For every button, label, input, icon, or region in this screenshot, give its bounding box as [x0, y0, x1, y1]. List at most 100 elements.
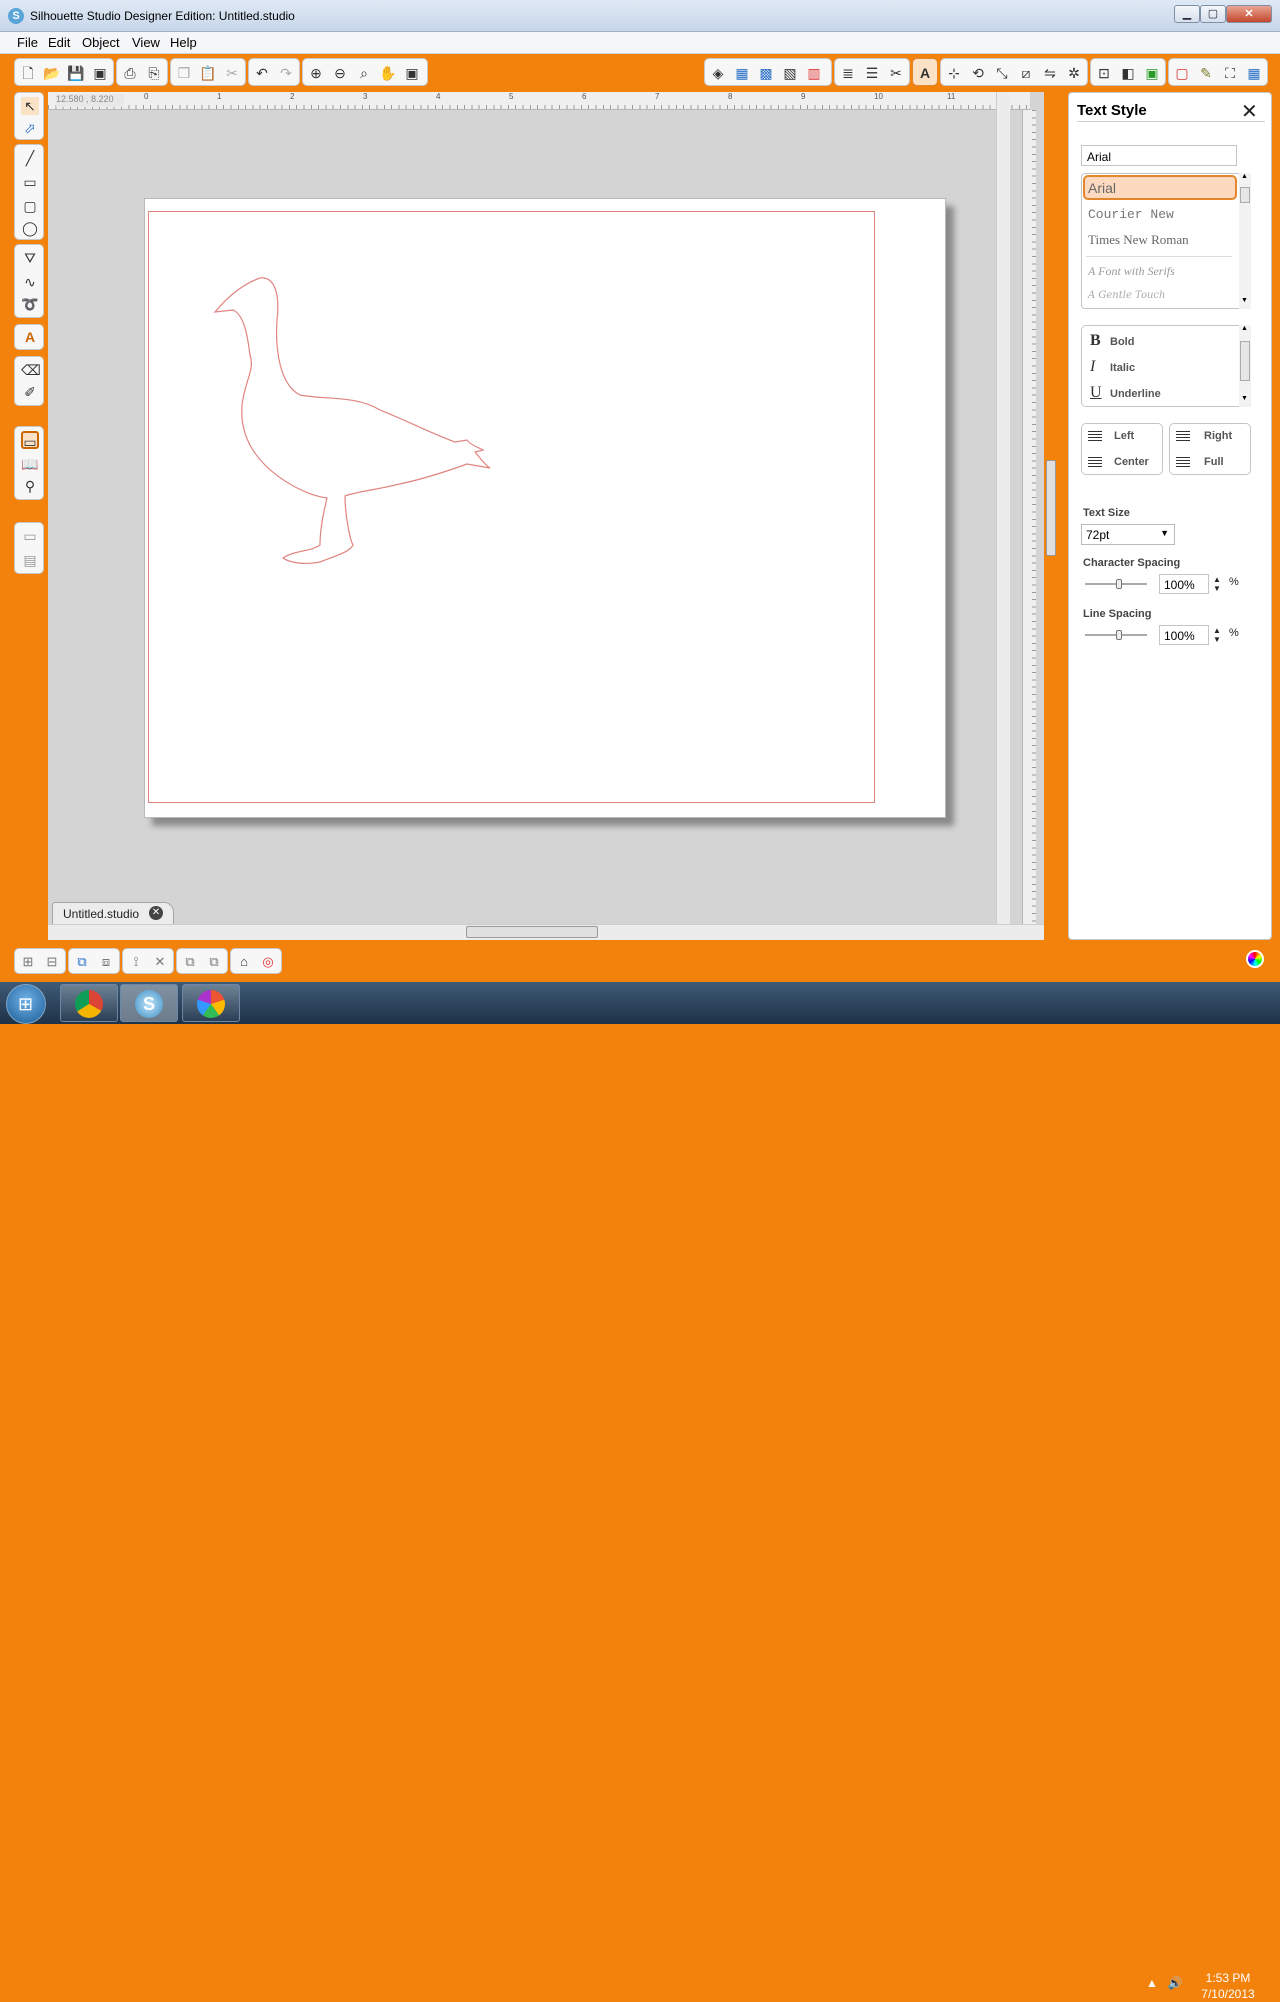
zoom-select-icon[interactable]: ⌕ [355, 64, 373, 82]
copy-icon[interactable]: ❐ [175, 64, 193, 82]
new-icon[interactable]: 🗋 [19, 64, 37, 82]
minimize-button[interactable]: ▁ [1174, 5, 1200, 23]
online-store-icon[interactable]: ⚲ [21, 477, 39, 495]
zoom-out-icon[interactable]: ⊖ [331, 64, 349, 82]
eraser-icon[interactable]: ⌫ [21, 361, 41, 379]
library-icon[interactable]: 📖 [21, 455, 39, 473]
gradient-fill-icon[interactable]: ▦ [733, 64, 751, 82]
knife-icon[interactable]: ✐ [21, 383, 39, 401]
style-scroll-up-icon[interactable]: ▲ [1241, 325, 1248, 332]
single-window-icon[interactable]: ▭ [21, 527, 39, 545]
design-page-icon[interactable]: ▭ [21, 431, 39, 450]
scroll-up-icon[interactable]: ▲ [1241, 173, 1248, 180]
line-dash-icon[interactable]: ☰ [863, 64, 881, 82]
page-setup-icon[interactable]: ▣ [1143, 64, 1161, 82]
align-icon[interactable]: ⊹ [945, 64, 963, 82]
document-tab[interactable]: Untitled.studio ✕ [52, 902, 174, 924]
cut-style-icon[interactable]: ✂ [887, 64, 905, 82]
freehand-tool-icon[interactable]: ➰ [21, 295, 39, 313]
underline-option[interactable]: U Underline [1090, 384, 1161, 402]
send-backward-icon[interactable]: ⧉ [205, 953, 223, 971]
registration-marks-icon[interactable]: ◎ [259, 953, 277, 971]
group-icon[interactable]: ⊞ [19, 953, 37, 971]
bring-forward-icon[interactable]: ⧉ [181, 953, 199, 971]
replicate-icon[interactable]: ✲ [1065, 64, 1083, 82]
trace-icon[interactable]: ◧ [1119, 64, 1137, 82]
pattern-fill-icon[interactable]: ▩ [757, 64, 775, 82]
style-scroll-thumb[interactable] [1240, 341, 1250, 381]
scroll-down-icon[interactable]: ▼ [1241, 297, 1248, 304]
font-item-times-new-roman[interactable]: Times New Roman [1088, 232, 1189, 248]
taskbar-picasa[interactable] [182, 984, 240, 1022]
line-spacing-spinner[interactable]: ▲ ▼ [1213, 626, 1221, 644]
zoom-in-icon[interactable]: ⊕ [307, 64, 325, 82]
full-screen-icon[interactable]: ⛶ [1221, 64, 1239, 82]
font-item-courier-new[interactable]: Courier New [1088, 207, 1174, 222]
offset-icon[interactable]: ⊡ [1095, 64, 1113, 82]
font-item-arial[interactable]: Arial [1088, 180, 1116, 196]
style-scrollbar[interactable]: ▲ ▼ [1239, 325, 1251, 407]
select-arrow-icon[interactable]: ↖ [21, 97, 39, 115]
goose-silhouette[interactable] [205, 270, 497, 570]
vertical-scroll-thumb[interactable] [1046, 460, 1056, 556]
text-size-select[interactable]: 72pt ▼ [1081, 524, 1175, 545]
line-spacing-knob[interactable] [1116, 630, 1122, 640]
vertical-scrollbar[interactable] [996, 92, 1010, 924]
rectangle-tool-icon[interactable]: ▭ [21, 173, 39, 191]
character-spacing-input[interactable]: 100% [1159, 574, 1209, 594]
rotate-icon[interactable]: ⟲ [969, 64, 987, 82]
menu-object[interactable]: Object [82, 35, 120, 50]
horizontal-scroll-thumb[interactable] [466, 926, 598, 938]
color-wheel-icon[interactable] [1246, 950, 1264, 968]
show-hidden-icons-icon[interactable]: ▲ [1146, 1976, 1158, 1990]
delete-icon[interactable]: ✕ [151, 953, 169, 971]
character-spacing-knob[interactable] [1116, 579, 1122, 589]
weld-icon[interactable]: ⟟ [127, 953, 145, 971]
save-icon[interactable]: 💾 [67, 64, 85, 82]
line-style-icon[interactable]: ▧ [781, 64, 799, 82]
align-left-option[interactable]: Left [1114, 430, 1134, 442]
maximize-button[interactable]: ▢ [1200, 5, 1226, 23]
font-scroll-thumb[interactable] [1240, 187, 1250, 203]
character-spacing-spinner[interactable]: ▲ ▼ [1213, 575, 1221, 593]
scale-icon[interactable]: ⤡ [993, 64, 1011, 82]
align-full-option[interactable]: Full [1204, 456, 1224, 468]
bold-option[interactable]: B Bold [1090, 332, 1134, 350]
redo-icon[interactable]: ↷ [277, 64, 295, 82]
italic-option[interactable]: I Italic [1090, 358, 1135, 376]
sketch-icon[interactable]: ✎ [1197, 64, 1215, 82]
split-window-icon[interactable]: ▤ [21, 551, 39, 569]
save-library-icon[interactable]: ▣ [91, 64, 109, 82]
pan-icon[interactable]: ✋ [379, 64, 397, 82]
cut-icon[interactable]: ✂ [223, 64, 241, 82]
paste-icon[interactable]: 📋 [199, 64, 217, 82]
start-button[interactable]: ⊞ [6, 984, 46, 1024]
text-tool-icon[interactable]: A [21, 328, 39, 346]
cut-settings-icon[interactable]: ▢ [1173, 64, 1191, 82]
align-center-option[interactable]: Center [1114, 456, 1149, 468]
text-style-icon[interactable]: A [916, 64, 934, 82]
fit-page-icon[interactable]: ▣ [403, 64, 421, 82]
shear-icon[interactable]: ⧄ [1017, 64, 1035, 82]
volume-icon[interactable]: 🔊 [1168, 1976, 1183, 1990]
font-list-scrollbar[interactable]: ▲ ▼ [1239, 173, 1251, 309]
curve-tool-icon[interactable]: ∿ [21, 273, 39, 291]
ellipse-tool-icon[interactable]: ◯ [21, 219, 39, 237]
send-to-cutter-icon[interactable]: ⎘ [145, 64, 163, 82]
close-tab-icon[interactable]: ✕ [149, 906, 163, 920]
font-search-input[interactable]: Arial [1081, 145, 1237, 166]
mirror-icon[interactable]: ⇋ [1041, 64, 1059, 82]
style-scroll-down-icon[interactable]: ▼ [1241, 395, 1248, 402]
taskbar-chrome[interactable] [60, 984, 118, 1022]
polygon-tool-icon[interactable]: ⛛ [21, 249, 39, 267]
fill-bucket-icon[interactable]: ⌂ [235, 953, 253, 971]
font-item-gentle-touch[interactable]: A Gentle Touch [1088, 290, 1165, 301]
menu-help[interactable]: Help [170, 35, 197, 50]
grid-icon[interactable]: ▦ [1245, 64, 1263, 82]
font-list[interactable]: Arial Courier New Times New Roman A Font… [1081, 173, 1251, 309]
line-color-icon[interactable]: ▥ [805, 64, 823, 82]
release-compound-path-icon[interactable]: ⧈ [97, 953, 115, 971]
open-icon[interactable]: 📂 [43, 64, 61, 82]
rounded-rectangle-tool-icon[interactable]: ▢ [21, 197, 39, 215]
fill-color-icon[interactable]: ◈ [709, 64, 727, 82]
